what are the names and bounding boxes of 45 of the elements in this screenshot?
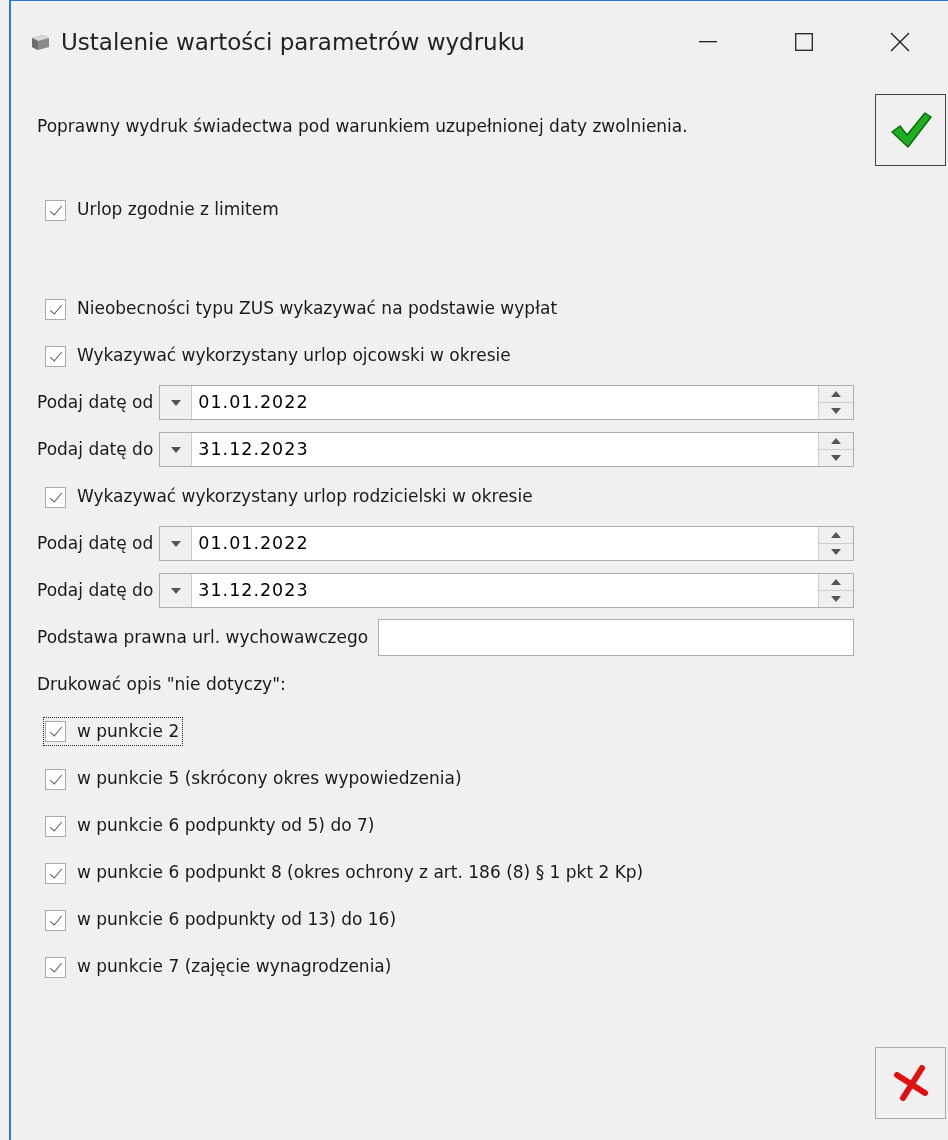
dropdown-button[interactable] <box>160 386 193 419</box>
field-label: Podstawa prawna url. wychowawczego <box>37 625 369 649</box>
field-label: Podaj datę do <box>37 437 154 461</box>
checkbox-label: w punkcie 7 (zajęcie wynagrodzenia) <box>77 955 392 976</box>
dropdown-button[interactable] <box>160 527 193 560</box>
date-picker[interactable]: 31.12.2023 <box>159 432 854 467</box>
checkbox-label: w punkcie 6 podpunkty od 13) do 16) <box>77 908 397 929</box>
printer-icon <box>29 33 51 51</box>
checkbox-label: w punkcie 2 <box>77 719 180 743</box>
text-field[interactable] <box>378 619 854 656</box>
maximize-icon[interactable] <box>795 33 813 51</box>
checkbox-label: Wykazywać wykorzystany urlop rodzicielski w okresie <box>77 485 533 506</box>
cross-icon <box>893 1065 928 1101</box>
checkbox[interactable] <box>45 345 66 367</box>
checkbox[interactable] <box>45 768 66 790</box>
checkbox-label: w punkcie 6 podpunkt 8 (okres ochrony z art. 186 (8) § 1 pkt 2 Kp) <box>77 861 644 882</box>
field-label: Podaj datę od <box>37 390 154 414</box>
checkbox[interactable] <box>45 298 66 320</box>
checkbox-label: Nieobecności typu ZUS wykazywać na podstawie wypłat <box>77 297 558 318</box>
checkbox[interactable] <box>45 862 66 884</box>
message-text: Poprawny wydruk świadectwa pod warunkiem uzupełnionej daty zwolnienia. <box>37 115 688 138</box>
checkbox-label: Urlop zgodnie z limitem <box>77 198 279 219</box>
field-label: Podaj datę do <box>37 578 154 602</box>
checkbox[interactable] <box>45 956 66 978</box>
field-label: Podaj datę od <box>37 531 154 555</box>
dropdown-button[interactable] <box>160 574 193 607</box>
checkbox-label: Wykazywać wykorzystany urlop ojcowski w okresie <box>77 344 511 365</box>
dropdown-button[interactable] <box>160 433 193 466</box>
date-picker[interactable]: 31.12.2023 <box>159 573 854 608</box>
date-picker[interactable]: 01.01.2022 <box>159 526 854 561</box>
checkbox-label: w punkcie 5 (skrócony okres wypowiedzenia) <box>77 767 462 788</box>
checkmark-icon <box>888 110 933 150</box>
checkbox[interactable] <box>45 815 66 837</box>
window-title: Ustalenie wartości parametrów wydruku <box>61 27 525 57</box>
checkbox[interactable] <box>45 199 66 221</box>
close-icon[interactable] <box>890 32 910 52</box>
date-picker[interactable]: 01.01.2022 <box>159 385 854 420</box>
checkbox[interactable] <box>45 721 66 742</box>
confirm-button[interactable] <box>875 94 946 166</box>
cancel-button[interactable] <box>875 1047 946 1119</box>
checkbox-label: w punkcie 6 podpunkty od 5) do 7) <box>77 814 375 835</box>
section-label: Drukować opis "nie dotyczy": <box>37 672 286 696</box>
minimize-icon[interactable] <box>699 41 717 43</box>
checkbox[interactable] <box>45 486 66 508</box>
checkbox[interactable] <box>45 909 66 931</box>
